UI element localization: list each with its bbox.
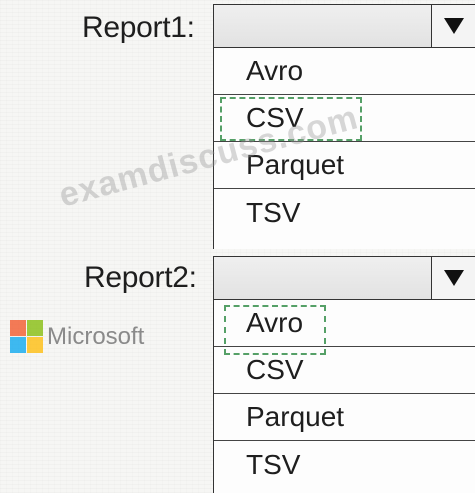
report1-option-avro[interactable]: Avro xyxy=(214,48,475,95)
microsoft-logo: Microsoft xyxy=(10,320,144,353)
report1-dropdown[interactable] xyxy=(213,4,475,48)
option-label: TSV xyxy=(246,196,301,228)
report2-option-parquet[interactable]: Parquet xyxy=(214,394,475,441)
report2-option-list: Avro CSV Parquet TSV xyxy=(213,300,475,493)
option-label: TSV xyxy=(246,448,301,480)
option-label: Parquet xyxy=(246,401,345,432)
report2-dropdown[interactable] xyxy=(213,256,475,300)
report2-dropdown-toggle[interactable] xyxy=(431,257,475,299)
dropdown-arrow-icon xyxy=(443,270,464,286)
logo-square-blue xyxy=(10,337,26,353)
report2-option-avro[interactable]: Avro xyxy=(214,300,475,347)
microsoft-logo-text: Microsoft xyxy=(47,322,145,350)
option-label: CSV xyxy=(246,354,304,385)
report1-dropdown-toggle[interactable] xyxy=(431,5,475,47)
report1-label: Report1: xyxy=(82,11,195,44)
logo-square-yellow xyxy=(27,337,43,353)
dropdown-arrow-icon xyxy=(443,18,464,34)
report2-option-csv[interactable]: CSV xyxy=(214,347,475,394)
microsoft-logo-icon xyxy=(10,320,43,353)
option-label: Avro xyxy=(246,55,304,86)
option-label: Avro xyxy=(246,307,304,338)
logo-square-red xyxy=(10,320,26,336)
report1-option-tsv[interactable]: TSV xyxy=(214,189,475,236)
logo-square-green xyxy=(27,320,43,336)
report2-option-tsv[interactable]: TSV xyxy=(214,441,475,488)
report2-label: Report2: xyxy=(84,261,197,294)
